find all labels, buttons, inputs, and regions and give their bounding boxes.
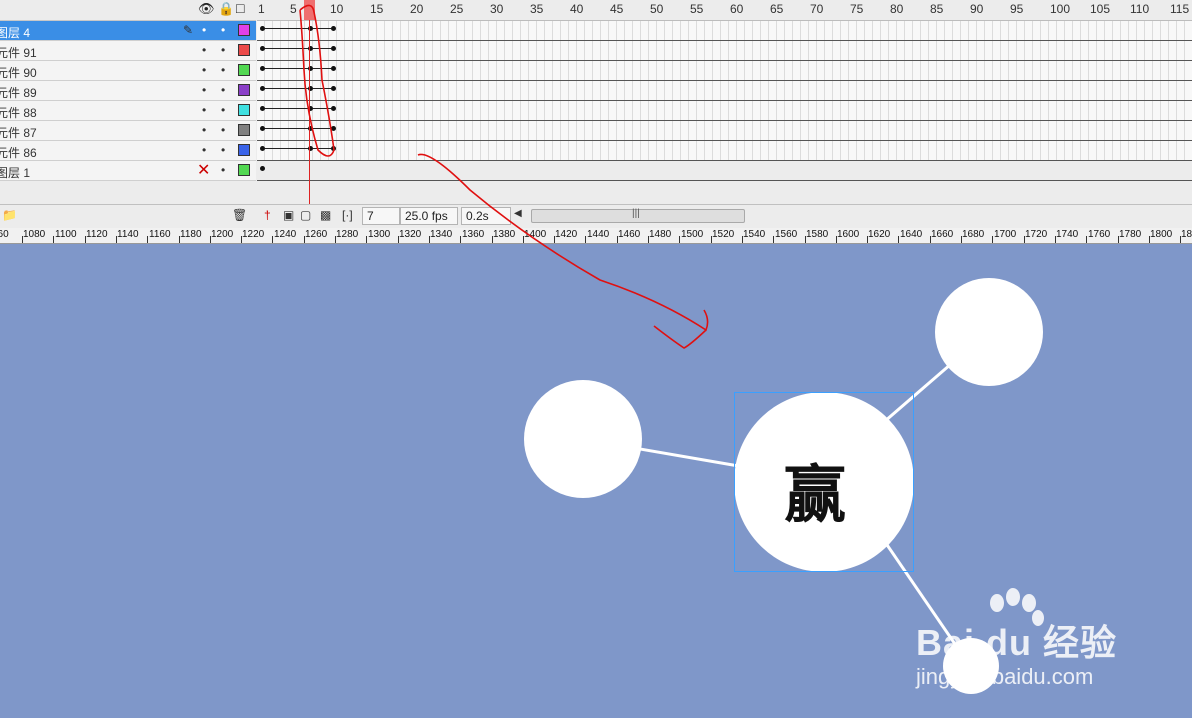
watermark-brand: Bai du 经验 <box>916 622 1118 663</box>
annotation-ellipse <box>299 4 335 157</box>
center-character: 赢 <box>784 458 847 531</box>
node-top-right[interactable] <box>935 278 1043 386</box>
node-left[interactable] <box>524 380 642 498</box>
stage-graphics <box>299 4 1044 694</box>
annotation-arrow <box>417 153 709 349</box>
watermark-url: jingyan.baidu.com <box>916 664 1094 689</box>
